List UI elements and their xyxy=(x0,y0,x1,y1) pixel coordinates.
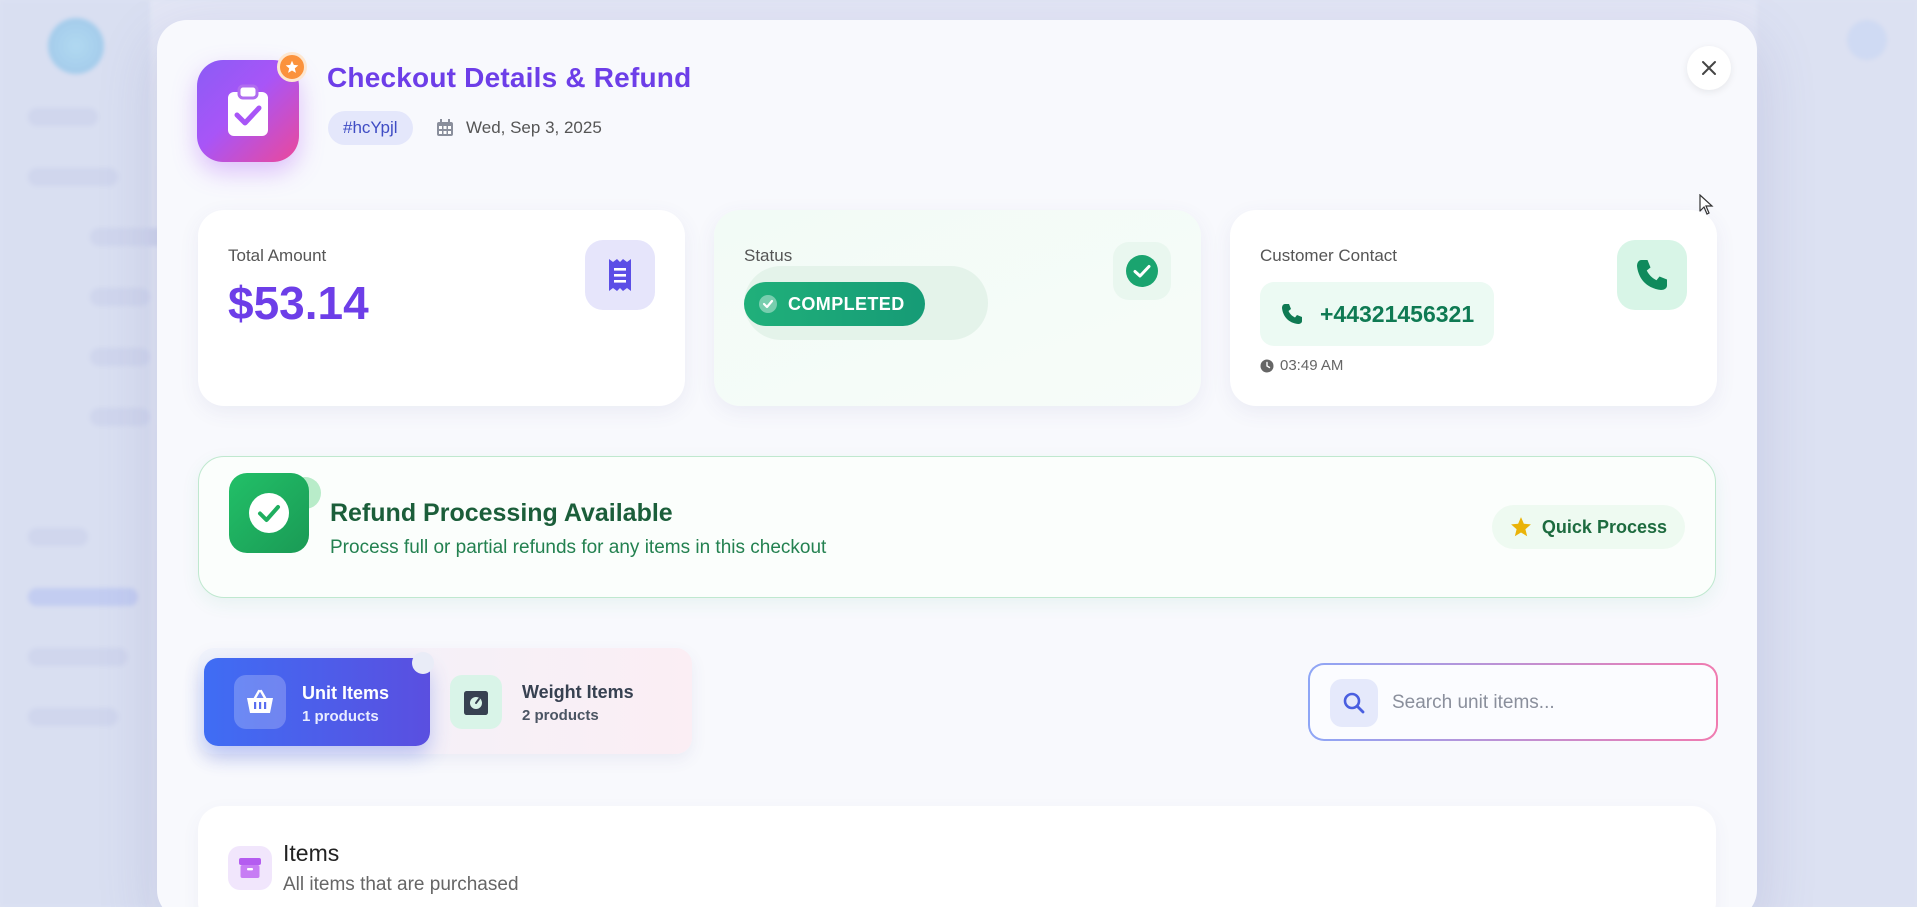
phone-badge-icon xyxy=(1617,240,1687,310)
refund-title: Refund Processing Available xyxy=(330,499,673,527)
check-circle-icon xyxy=(759,295,777,313)
tab-indicator-dot xyxy=(412,652,434,674)
order-id-badge: #hcYpjl xyxy=(328,111,413,145)
items-title: Items xyxy=(283,840,340,866)
phone-number: +44321456321 xyxy=(1320,300,1475,327)
order-date: Wed, Sep 3, 2025 xyxy=(436,118,602,138)
page-title: Checkout Details & Refund xyxy=(327,62,692,93)
status-label: Status xyxy=(744,246,793,265)
quick-process-button[interactable]: Quick Process xyxy=(1491,505,1685,549)
contact-time-text: 03:49 AM xyxy=(1280,357,1344,374)
total-amount-label: Total Amount xyxy=(228,246,327,265)
scale-icon xyxy=(450,675,502,729)
status-badge: COMPLETED xyxy=(744,282,925,326)
tab-unit-items-count: 1 products xyxy=(302,708,379,725)
star-icon xyxy=(1511,517,1531,537)
tab-weight-items-label: Weight Items xyxy=(522,682,634,702)
refund-subtitle: Process full or partial refunds for any … xyxy=(330,537,827,558)
status-card: Status COMPLETED xyxy=(714,210,1201,406)
calendar-icon xyxy=(437,119,453,136)
customer-contact-card: Customer Contact +44321456321 03:49 AM xyxy=(1230,210,1717,406)
phone-icon xyxy=(1282,304,1302,324)
close-button[interactable] xyxy=(1687,46,1731,90)
tab-unit-items[interactable]: Unit Items 1 products xyxy=(204,658,430,746)
tab-unit-items-label: Unit Items xyxy=(302,683,390,703)
status-text: COMPLETED xyxy=(788,293,905,314)
total-amount-card: Total Amount $53.14 xyxy=(198,210,685,406)
clipboard-check-icon xyxy=(228,84,268,136)
items-subtitle: All items that are purchased xyxy=(283,874,519,895)
refund-banner: Refund Processing Available Process full… xyxy=(198,456,1716,598)
search-box xyxy=(1308,663,1718,741)
search-input[interactable] xyxy=(1392,679,1692,727)
items-section: Items All items that are purchased xyxy=(198,806,1716,907)
close-icon xyxy=(1702,61,1716,75)
item-type-tabs: Unit Items 1 products Weight Items 2 pro… xyxy=(198,648,692,754)
quick-process-label: Quick Process xyxy=(1541,516,1667,537)
customer-contact-label: Customer Contact xyxy=(1260,246,1397,265)
receipt-icon xyxy=(585,240,655,310)
refund-check-icon xyxy=(229,473,309,553)
box-icon xyxy=(228,846,272,890)
total-amount-value: $53.14 xyxy=(228,277,369,329)
star-badge-icon xyxy=(277,52,307,82)
basket-icon xyxy=(234,675,286,729)
phone-number-box[interactable]: +44321456321 xyxy=(1260,282,1495,346)
status-check-icon xyxy=(1113,242,1171,300)
tab-weight-items-count: 2 products xyxy=(522,707,599,724)
order-date-text: Wed, Sep 3, 2025 xyxy=(466,118,602,137)
clock-icon xyxy=(1260,359,1274,372)
tab-weight-items[interactable]: Weight Items 2 products xyxy=(438,658,678,746)
contact-time: 03:49 AM xyxy=(1260,357,1343,374)
search-icon[interactable] xyxy=(1330,679,1378,727)
